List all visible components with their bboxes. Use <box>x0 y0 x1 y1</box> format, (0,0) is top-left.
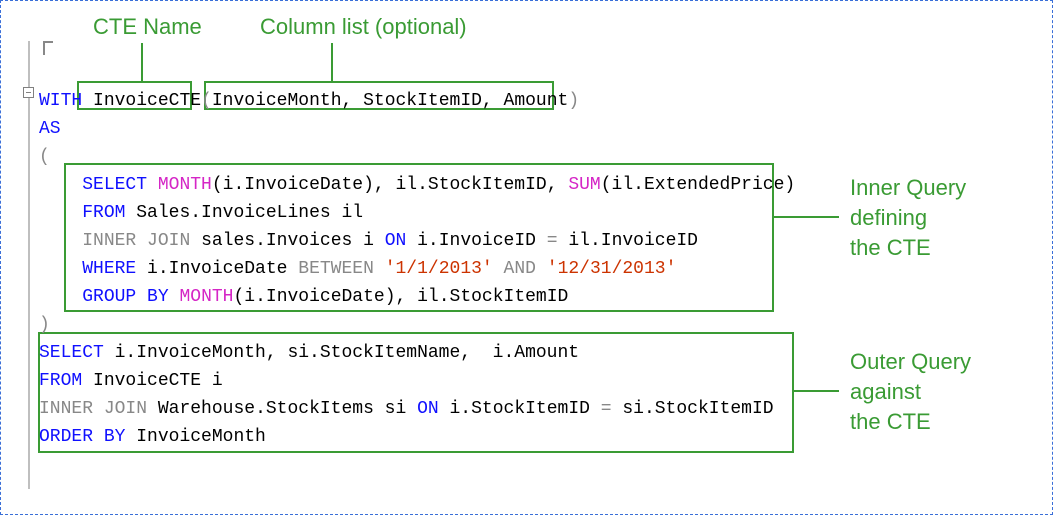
kw-inner2: INNER <box>39 399 93 419</box>
leader-column-list <box>331 43 333 81</box>
txt-ol3c: si.StockItemID <box>612 399 774 419</box>
kw-select-outer: SELECT <box>39 343 104 363</box>
txt-il5: (i.InvoiceDate), il.StockItemID <box>233 287 568 307</box>
paren-close-body: ) <box>39 315 50 335</box>
kw-order: ORDER <box>39 427 93 447</box>
sql-code: WITH InvoiceCTE(InvoiceMonth, StockItemI… <box>39 87 1052 451</box>
fn-month2: MONTH <box>179 287 233 307</box>
kw-with: WITH <box>39 91 82 111</box>
kw-join: JOIN <box>147 231 190 251</box>
txt-il2: Sales.InvoiceLines il <box>125 203 363 223</box>
editor-bracket-icon <box>43 41 53 55</box>
txt-il3c: il.InvoiceID <box>558 231 698 251</box>
txt-ol4: InvoiceMonth <box>125 427 265 447</box>
kw-where: WHERE <box>82 259 136 279</box>
txt-ol3b: i.StockItemID <box>439 399 601 419</box>
txt-il1: (i.InvoiceDate), il.StockItemID, <box>212 175 568 195</box>
kw-between: BETWEEN <box>298 259 374 279</box>
leader-cte-name <box>141 43 143 81</box>
column-list: InvoiceMonth, StockItemID, Amount <box>212 91 568 111</box>
sp1 <box>374 259 385 279</box>
kw-join2: JOIN <box>104 399 147 419</box>
str-d2: '12/31/2013' <box>547 259 677 279</box>
txt-il4a: i.InvoiceDate <box>136 259 298 279</box>
fn-sum: SUM <box>568 175 600 195</box>
kw-group: GROUP <box>82 287 136 307</box>
ident-cte: InvoiceCTE <box>93 91 201 111</box>
paren-close: ) <box>568 91 579 111</box>
diagram-frame: CTE Name Column list (optional) Inner Qu… <box>0 0 1053 515</box>
editor-gutter <box>28 41 30 489</box>
kw-and: AND <box>504 259 536 279</box>
kw-on2: ON <box>417 399 439 419</box>
kw-by1: BY <box>147 287 169 307</box>
txt-il1b: (il.ExtendedPrice) <box>601 175 795 195</box>
txt-il3a: sales.Invoices i <box>190 231 384 251</box>
label-column-list: Column list (optional) <box>260 13 467 41</box>
txt-ol3a: Warehouse.StockItems si <box>147 399 417 419</box>
kw-by2: BY <box>104 427 126 447</box>
kw-inner: INNER <box>82 231 136 251</box>
paren-open: ( <box>201 91 212 111</box>
fn-month: MONTH <box>158 175 212 195</box>
op-eq2: = <box>601 399 612 419</box>
txt-ol2: InvoiceCTE i <box>82 371 222 391</box>
kw-from-inner: FROM <box>82 203 125 223</box>
collapse-toggle-icon <box>23 87 34 98</box>
kw-select-inner: SELECT <box>82 175 147 195</box>
kw-on: ON <box>385 231 407 251</box>
str-d1: '1/1/2013' <box>385 259 493 279</box>
kw-as: AS <box>39 119 61 139</box>
txt-il3b: i.InvoiceID <box>406 231 546 251</box>
op-eq1: = <box>547 231 558 251</box>
kw-from-outer: FROM <box>39 371 82 391</box>
txt-ol1: i.InvoiceMonth, si.StockItemName, i.Amou… <box>104 343 579 363</box>
paren-open-body: ( <box>39 147 50 167</box>
label-cte-name: CTE Name <box>93 13 202 41</box>
